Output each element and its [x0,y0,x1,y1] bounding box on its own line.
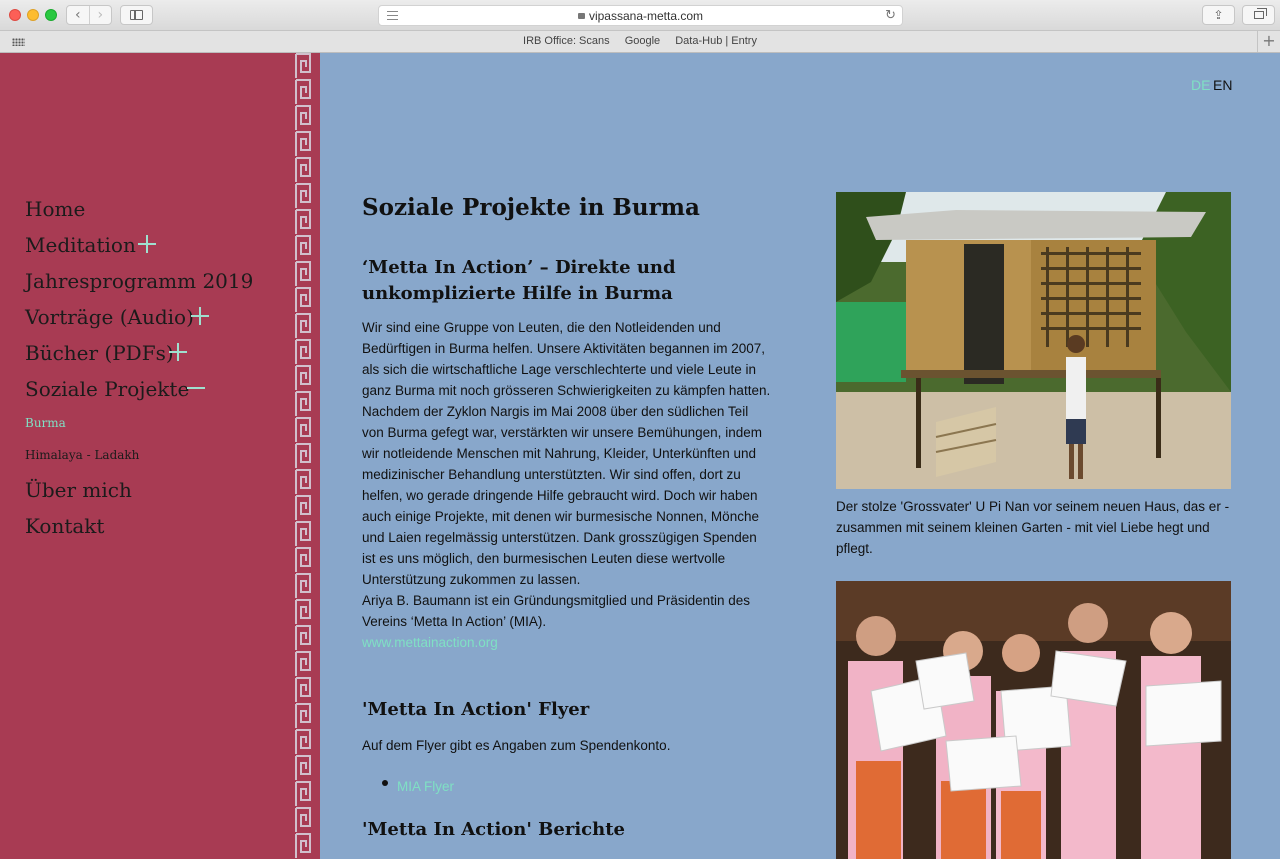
address-bar[interactable]: vipassana-metta.com ↻ [378,5,903,26]
expand-plus-icon[interactable] [191,307,209,325]
photo-nuns [836,581,1231,859]
history-navigation: ‹ › [66,5,112,25]
nav-ueber-mich[interactable]: Über mich [25,478,132,502]
url-text: vipassana-metta.com [588,9,704,23]
lang-de-link[interactable]: DE [1191,77,1210,93]
lang-en-link[interactable]: EN [1213,77,1232,93]
meander-border-ornament [293,53,314,859]
nav-sub-himalaya[interactable]: Himalaya - Ladakh [25,448,139,462]
mia-flyer-link[interactable]: MIA Flyer [397,776,597,797]
tabs-icon [1254,8,1267,19]
site-sidebar: Home Meditation Jahresprogramm 2019 Vort… [0,53,320,859]
favorite-link[interactable]: Google [625,35,660,47]
window-minimize-button[interactable] [27,9,39,21]
nav-soziale-projekte[interactable]: Soziale Projekte [25,377,189,401]
window-close-button[interactable] [9,9,21,21]
nav-meditation[interactable]: Meditation [25,233,136,257]
mettainaction-link[interactable]: www.mettainaction.org [362,632,772,653]
intro-paragraph: Wir sind eine Gruppe von Leuten, die den… [362,317,772,653]
page-title: Soziale Projekte in Burma [362,194,700,221]
nav-buecher[interactable]: Bücher (PDFs) [25,341,174,365]
photo-house [836,192,1231,489]
expand-plus-icon[interactable] [138,235,156,253]
show-tabs-button[interactable] [1242,5,1275,25]
forward-button[interactable]: › [88,6,112,24]
window-fullscreen-button[interactable] [45,9,57,21]
nav-jahresprogramm[interactable]: Jahresprogramm 2019 [25,269,253,293]
nav-vortraege[interactable]: Vorträge (Audio) [25,305,194,329]
browser-titlebar: ‹ › vipassana-metta.com ↻ ⇪ [0,0,1280,31]
chevron-right-icon: › [97,7,104,23]
back-button[interactable]: ‹ [67,6,89,24]
favorite-link[interactable]: IRB Office: Scans [523,35,610,47]
house-photo-illustration [836,192,1231,489]
reload-icon[interactable]: ↻ [885,8,896,23]
favorite-link[interactable]: Data-Hub | Entry [675,35,757,47]
plus-icon: + [1262,31,1276,50]
list-bullet [382,780,388,786]
section-heading-metta-in-action: ‘Metta In Action’ – Direkte und unkompli… [362,257,676,304]
share-button[interactable]: ⇪ [1202,5,1235,25]
section-heading-berichte: 'Metta In Action' Berichte [362,819,625,840]
url-display: vipassana-metta.com [379,9,902,23]
founder-text: Ariya B. Baumann ist ein Gründungsmitgli… [362,593,750,629]
sidebar-toggle-button[interactable] [120,5,153,25]
new-tab-button[interactable]: + [1257,31,1280,52]
nav-home[interactable]: Home [25,197,85,221]
flyer-description: Auf dem Flyer gibt es Angaben zum Spende… [362,738,671,753]
nav-kontakt[interactable]: Kontakt [25,514,104,538]
expand-plus-icon[interactable] [169,343,187,361]
chevron-left-icon: ‹ [74,7,81,23]
section-heading-flyer: 'Metta In Action' Flyer [362,699,590,720]
nav-sub-burma[interactable]: Burma [25,416,66,430]
favorites-list: IRB Office: Scans Google Data-Hub | Entr… [0,35,1280,47]
sidebar-icon [130,10,143,20]
nuns-photo-illustration [836,581,1231,859]
share-icon: ⇪ [1213,8,1224,22]
lock-icon [577,13,585,19]
favorites-bar: IRB Office: Scans Google Data-Hub | Entr… [0,31,1280,53]
collapse-minus-icon[interactable] [187,379,205,397]
intro-text: Wir sind eine Gruppe von Leuten, die den… [362,320,771,587]
photo-caption: Der stolze 'Grossvater' U Pi Nan vor sei… [836,499,1230,556]
